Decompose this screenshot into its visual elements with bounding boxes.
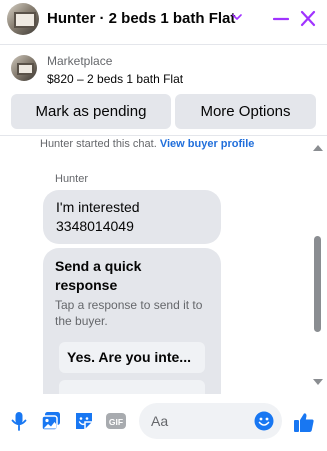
image-icon[interactable] (40, 410, 62, 432)
gif-icon[interactable]: GIF (105, 410, 127, 432)
quick-response-subtitle: Tap a response to send it to the buyer. (55, 298, 203, 328)
scroll-up-arrow[interactable] (313, 145, 323, 151)
listing-source: Marketplace (47, 54, 113, 68)
view-buyer-profile-link[interactable]: View buyer profile (160, 138, 255, 150)
scroll-down-arrow[interactable] (313, 379, 323, 385)
thread-scrollbar[interactable] (311, 139, 325, 393)
microphone-icon[interactable] (8, 410, 30, 432)
listing-summary[interactable]: Marketplace $820 – 2 beds 1 bath Flat (0, 46, 327, 92)
message-line: I'm interested (56, 199, 140, 215)
message-composer: GIF Aa (0, 396, 327, 451)
quick-reply-option[interactable] (59, 380, 205, 394)
close-icon[interactable] (300, 10, 316, 28)
quick-reply-option[interactable]: Yes. Are you inte... (59, 342, 205, 373)
mark-as-pending-button[interactable]: Mark as pending (11, 94, 171, 129)
conversation-title[interactable]: Hunter · 2 beds 1 bath Flat (47, 10, 235, 27)
quick-response-card: Send a quick response Tap a response to … (43, 248, 221, 394)
sender-name: Hunter (55, 173, 89, 185)
listing-thumbnail (11, 55, 37, 81)
more-options-button[interactable]: More Options (175, 94, 316, 129)
gif-label: GIF (109, 417, 123, 427)
notice-text: Hunter started this chat. (40, 138, 157, 150)
emoji-icon[interactable] (254, 411, 274, 431)
sticker-icon[interactable] (73, 410, 95, 432)
chat-start-notice: Hunter started this chat. View buyer pro… (40, 138, 254, 150)
chevron-down-icon[interactable] (232, 12, 242, 22)
contact-avatar[interactable] (7, 3, 39, 35)
quick-response-title: Send a quick response (55, 258, 142, 293)
message-line: 3348014049 (56, 218, 134, 234)
chat-header: Hunter · 2 beds 1 bath Flat (0, 0, 327, 40)
header-divider (0, 44, 327, 45)
message-bubble: I'm interested 3348014049 (43, 190, 221, 244)
message-thread: Hunter started this chat. View buyer pro… (0, 136, 310, 394)
like-icon[interactable] (293, 411, 315, 433)
scrollbar-thumb[interactable] (314, 236, 321, 332)
message-input-placeholder: Aa (151, 413, 169, 429)
minimize-icon[interactable] (273, 10, 289, 28)
listing-price: $820 – 2 beds 1 bath Flat (47, 72, 184, 86)
message-input[interactable]: Aa (139, 403, 282, 439)
